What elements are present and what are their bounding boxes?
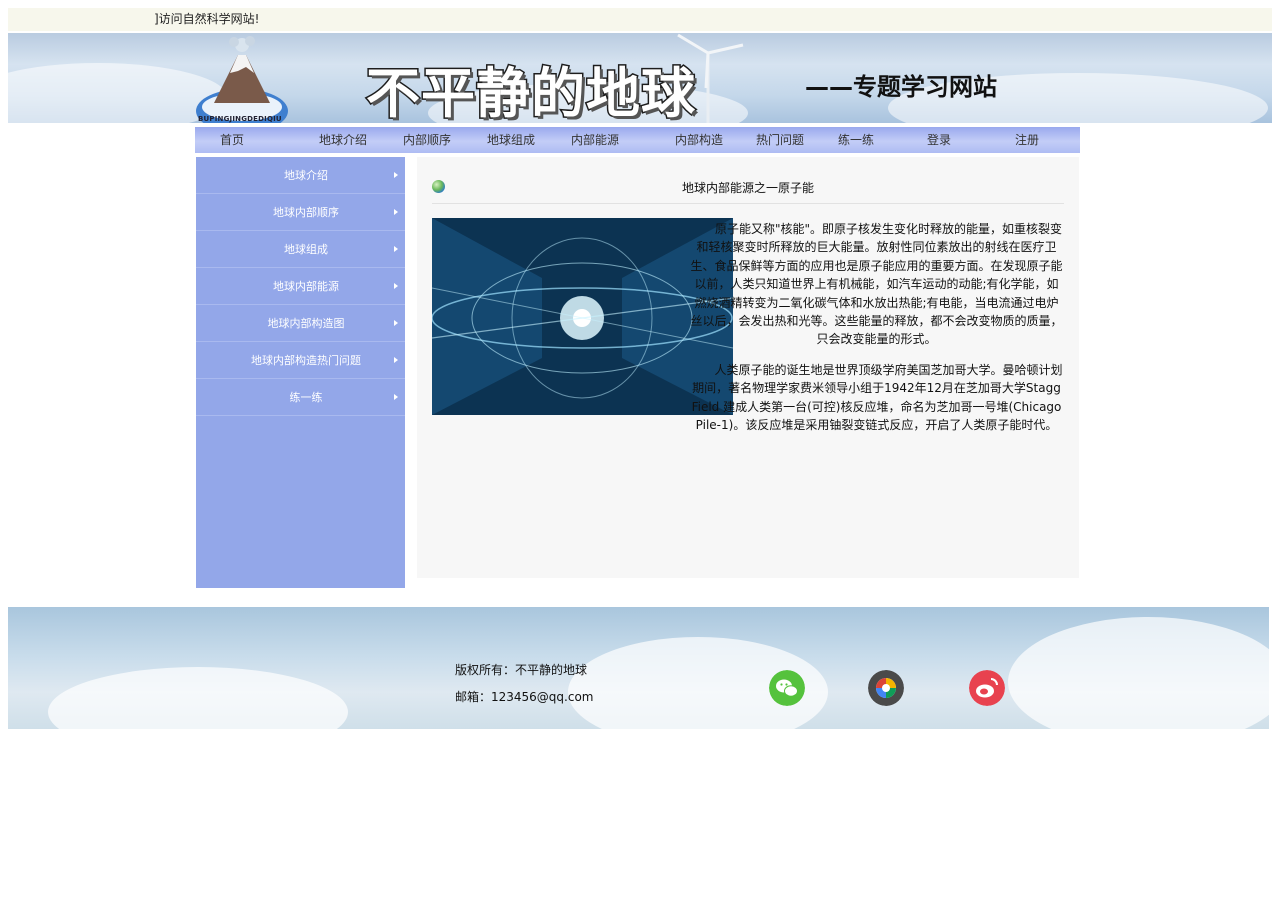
nav-internal-energy[interactable]: 内部能源 xyxy=(571,127,619,153)
nav-earth-intro[interactable]: 地球介绍 xyxy=(319,127,367,153)
site-footer: 版权所有：不平静的地球 邮箱：123456@qq.com xyxy=(8,607,1269,729)
nav-internal-structure[interactable]: 内部构造 xyxy=(675,127,723,153)
chevron-right-icon xyxy=(394,357,398,363)
sidebar-item-label: 地球内部能源 xyxy=(273,280,339,293)
nav-register[interactable]: 注册 xyxy=(1015,127,1039,153)
sidebar-item-hot-questions[interactable]: 地球内部构造热门问题 xyxy=(196,342,405,379)
chevron-right-icon xyxy=(394,283,398,289)
article-header: 地球内部能源之一原子能 xyxy=(432,175,1064,204)
sidebar-item-label: 地球内部顺序 xyxy=(273,206,339,219)
nav-internal-order[interactable]: 内部顺序 xyxy=(403,127,451,153)
banner-title: 不平静的地球 xyxy=(365,61,697,124)
nav-practice[interactable]: 练一练 xyxy=(838,127,874,153)
nav-hot-questions[interactable]: 热门问题 xyxy=(756,127,804,153)
sidebar-item-structure-diagram[interactable]: 地球内部构造图 xyxy=(196,305,405,342)
sidebar-item-composition[interactable]: 地球组成 xyxy=(196,231,405,268)
marquee-text: ]访问自然科学网站! xyxy=(154,12,260,26)
chevron-right-icon xyxy=(394,320,398,326)
sidebar-item-practice[interactable]: 练一练 xyxy=(196,379,405,416)
volcano-globe-logo xyxy=(196,36,288,123)
sidebar-item-label: 地球组成 xyxy=(284,243,328,256)
sidebar-item-internal-order[interactable]: 地球内部顺序 xyxy=(196,194,405,231)
nav-login[interactable]: 登录 xyxy=(927,127,951,153)
photo-app-icon[interactable] xyxy=(868,670,904,706)
logo-caption: BUPINGJINGDEDIQIU xyxy=(198,115,282,123)
sidebar-menu: 地球介绍 地球内部顺序 地球组成 地球内部能源 地球内部构造图 地球内部构造热门… xyxy=(196,157,405,588)
welcome-marquee: ]访问自然科学网站! xyxy=(8,8,1272,31)
email-text: 邮箱：123456@qq.com xyxy=(455,690,594,704)
chevron-right-icon xyxy=(394,172,398,178)
sidebar-item-label: 地球内部构造图 xyxy=(267,317,345,330)
banner-subtitle: ——专题学习网站 xyxy=(805,73,997,101)
sidebar-item-label: 地球内部构造热门问题 xyxy=(251,354,361,367)
nav-earth-composition[interactable]: 地球组成 xyxy=(487,127,535,153)
article-panel: 地球内部能源之一原子能 原子能又称"核能"。即原子核发生变化时释放的能量，如重核… xyxy=(417,157,1079,578)
sidebar-item-label: 练一练 xyxy=(289,391,323,404)
copyright-text: 版权所有：不平静的地球 xyxy=(455,663,588,677)
chevron-right-icon xyxy=(394,246,398,252)
site-banner: BUPINGJINGDEDIQIU 不平静的地球 ——专题学习网站 xyxy=(8,33,1272,123)
wechat-icon[interactable] xyxy=(769,670,805,706)
chevron-right-icon xyxy=(394,394,398,400)
sidebar-item-earth-intro[interactable]: 地球介绍 xyxy=(196,157,405,194)
footer-info: 版权所有：不平静的地球 邮箱：123456@qq.com xyxy=(455,657,594,711)
nav-home[interactable]: 首页 xyxy=(220,127,244,153)
chevron-right-icon xyxy=(394,209,398,215)
main-nav: 首页 地球介绍 内部顺序 地球组成 内部能源 内部构造 热门问题 练一练 登录 … xyxy=(195,127,1080,153)
article-title: 地球内部能源之一原子能 xyxy=(681,181,814,195)
article-body: 原子能又称"核能"。即原子核发生变化时释放的能量，如重核裂变和轻核聚变时所释放的… xyxy=(474,220,1064,446)
sidebar-item-internal-energy[interactable]: 地球内部能源 xyxy=(196,268,405,305)
sidebar-item-label: 地球介绍 xyxy=(284,169,328,182)
weibo-icon[interactable] xyxy=(969,670,1005,706)
